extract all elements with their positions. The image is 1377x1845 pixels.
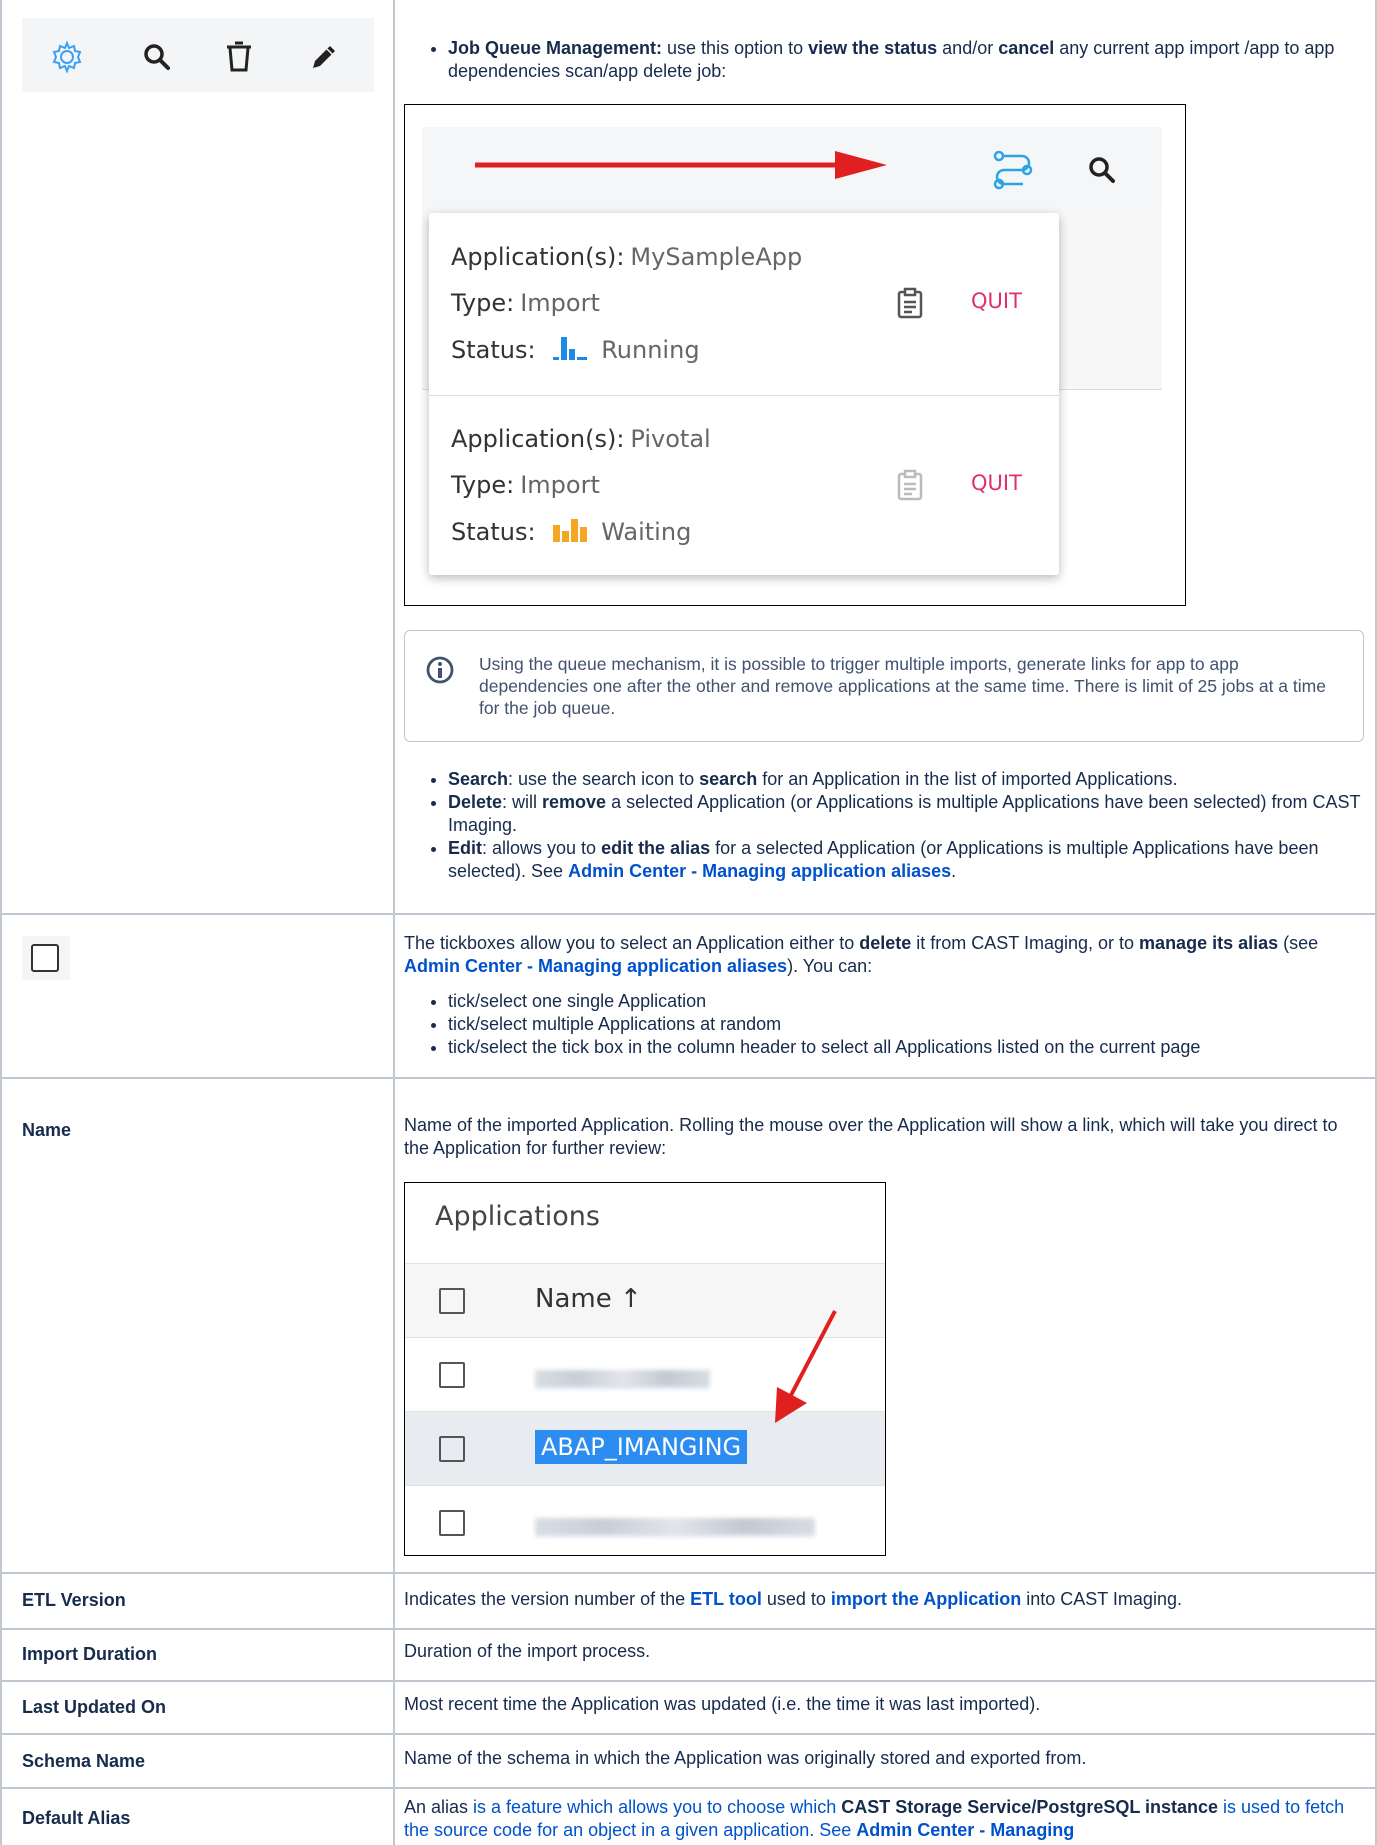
job-queue-icon[interactable] [990, 147, 1036, 198]
list-item: tick/select the tick box in the column h… [448, 1036, 1364, 1059]
row-divider [0, 1680, 1377, 1682]
alias-description: An alias is a feature which allows you t… [404, 1797, 1345, 1840]
applications-screenshot: Applications Name ↑ ABAP_IMANGING [404, 1182, 886, 1556]
info-icon [425, 655, 455, 690]
document-table: Job Queue Management: use this option to… [0, 0, 1377, 1845]
etl-tool-link[interactable]: ETL tool [690, 1589, 762, 1609]
quit-button[interactable]: QUIT [971, 289, 1022, 313]
row-divider [0, 1077, 1377, 1079]
trash-icon[interactable] [222, 40, 256, 79]
row-label-default-alias: Default Alias [22, 1808, 131, 1828]
import-link[interactable]: import the Application [831, 1589, 1021, 1609]
checkbox-icon[interactable] [439, 1436, 465, 1462]
waiting-status-icon [553, 519, 588, 542]
table-border-left [0, 0, 2, 1845]
action-list: Search: use the search icon to search fo… [404, 768, 1364, 883]
aliases-link[interactable]: Admin Center - Managing [856, 1820, 1074, 1840]
red-arrow [775, 1310, 837, 1423]
updated-description: Most recent time the Application was upd… [404, 1694, 1041, 1714]
job-queue-screenshot: Application(s): MySampleApp Type: Import S… [404, 104, 1186, 606]
schema-description: Name of the schema in which the Applicat… [404, 1748, 1087, 1768]
row-label-name: Name [22, 1120, 72, 1140]
table-column-divider [393, 0, 395, 1845]
job-queue-popup: Application(s): MySampleApp Type: Import S… [429, 213, 1059, 575]
running-status-icon [553, 337, 588, 360]
gear-icon[interactable] [50, 40, 84, 79]
checkbox-icon[interactable] [439, 1510, 465, 1536]
tickbox-description: The tickboxes allow you to select an App… [404, 932, 1364, 1059]
aliases-link[interactable]: Admin Center - Managing application alia… [568, 861, 951, 881]
checkbox-icon[interactable] [31, 944, 59, 972]
etl-description: Indicates the version number of the ETL … [404, 1589, 1182, 1609]
clipboard-icon[interactable] [896, 287, 924, 325]
icon-toolbar [22, 18, 374, 92]
job-queue-description: Job Queue Management: use this option to… [404, 37, 1364, 83]
list-item: Delete: will remove a selected Applicati… [448, 791, 1364, 837]
checkbox-icon[interactable] [439, 1288, 465, 1314]
table-row[interactable] [405, 1485, 885, 1555]
column-header-name[interactable]: Name ↑ [535, 1284, 642, 1314]
row-label-schema-name: Schema Name [22, 1751, 146, 1771]
tickbox-sample [22, 936, 70, 980]
list-item: Edit: allows you to edit the alias for a… [448, 837, 1364, 883]
search-icon[interactable] [140, 40, 174, 79]
row-divider [0, 1628, 1377, 1630]
panel-title: Applications [435, 1201, 600, 1232]
quit-button[interactable]: QUIT [971, 471, 1022, 495]
list-item: Search: use the search icon to search fo… [448, 768, 1364, 791]
duration-description: Duration of the import process. [404, 1641, 651, 1661]
row-divider [0, 913, 1377, 915]
pencil-icon[interactable] [307, 40, 341, 79]
row-divider [0, 1733, 1377, 1735]
aliases-link[interactable]: Admin Center - Managing application alia… [404, 956, 787, 976]
search-icon[interactable] [1085, 153, 1119, 192]
info-panel: Using the queue mechanism, it is possibl… [404, 630, 1364, 742]
list-item: tick/select one single Application [448, 990, 1364, 1013]
row-divider [0, 1787, 1377, 1789]
blurred-name [535, 1518, 815, 1537]
name-description: Name of the imported Application. Rollin… [404, 1115, 1338, 1158]
red-arrow [475, 151, 887, 179]
row-divider [0, 1572, 1377, 1574]
row-label-etl-version: ETL Version [22, 1590, 126, 1610]
application-link[interactable]: ABAP_IMANGING [535, 1430, 748, 1464]
info-text: Using the queue mechanism, it is possibl… [479, 654, 1326, 718]
list-item: tick/select multiple Applications at ran… [448, 1013, 1364, 1036]
blurred-name [535, 1370, 710, 1389]
checkbox-icon[interactable] [439, 1362, 465, 1388]
row-label-import-duration: Import Duration [22, 1644, 157, 1664]
clipboard-icon[interactable] [896, 469, 924, 507]
row-label-last-updated: Last Updated On [22, 1697, 167, 1717]
